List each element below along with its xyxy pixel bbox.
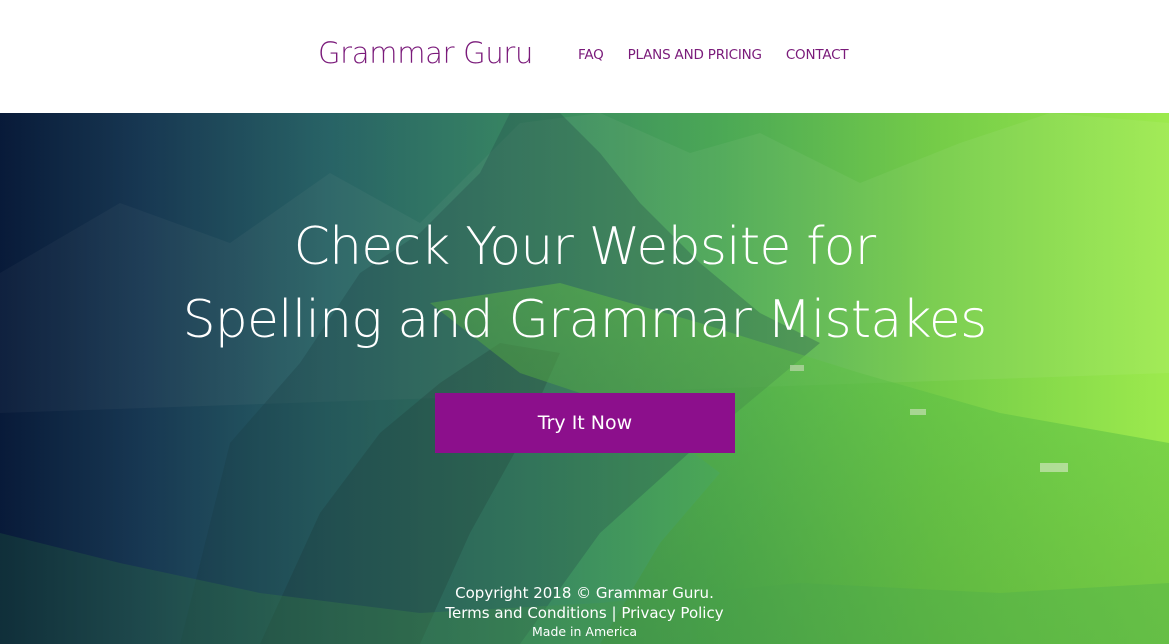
footer-links: Terms and Conditions | Privacy Policy [0, 603, 1169, 623]
mountain-background-image [0, 113, 1169, 644]
hero-headline: Check Your Website for Spelling and Gram… [0, 211, 1169, 357]
site-header: Grammar Guru FAQ PLANS AND PRICING CONTA… [0, 0, 1169, 113]
hero-section: Check Your Website for Spelling and Gram… [0, 113, 1169, 644]
made-in-text: Made in America [532, 624, 637, 639]
copyright-text: Copyright 2018 © Grammar Guru. [455, 584, 714, 602]
nav-link-plans-and-pricing[interactable]: PLANS AND PRICING [628, 47, 762, 63]
nav-link-contact[interactable]: CONTACT [786, 47, 849, 63]
footer-link-separator: | [611, 604, 617, 622]
privacy-policy-link[interactable]: Privacy Policy [621, 604, 723, 622]
try-it-now-button[interactable]: Try It Now [435, 393, 735, 453]
nav-link-faq[interactable]: FAQ [578, 47, 604, 63]
site-footer: Copyright 2018 © Grammar Guru. Terms and… [0, 583, 1169, 641]
hero-headline-line-2: Spelling and Grammar Mistakes [182, 290, 988, 350]
main-nav: FAQ PLANS AND PRICING CONTACT [578, 47, 849, 63]
brand-logo-link[interactable]: Grammar Guru [318, 36, 533, 70]
terms-and-conditions-link[interactable]: Terms and Conditions [445, 604, 606, 622]
hero-headline-line-1: Check Your Website for [293, 217, 877, 277]
